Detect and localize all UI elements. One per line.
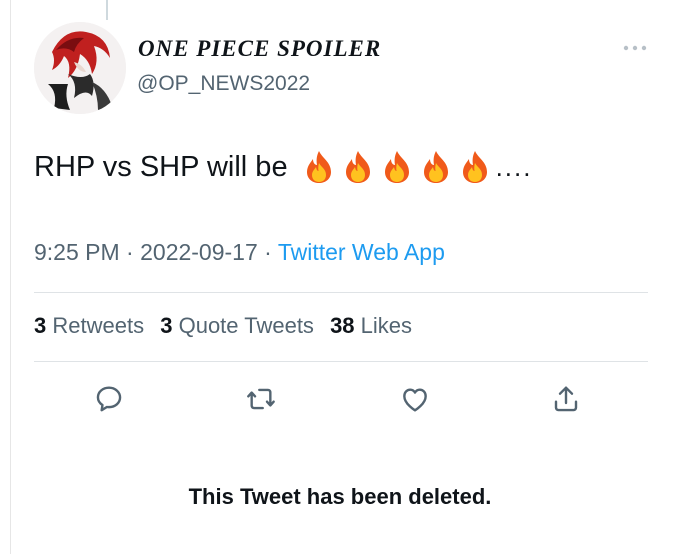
retweets-stat[interactable]: 3 Retweets <box>34 313 150 338</box>
tweet-text: RHP vs SHP will be .... <box>34 150 532 184</box>
deleted-notice: This Tweet has been deleted. <box>188 484 492 509</box>
tweet-metadata: 9:25 PM · 2022-09-17 · Twitter Web App <box>34 239 445 266</box>
avatar[interactable] <box>34 22 126 114</box>
divider <box>34 361 648 362</box>
retweet-icon <box>247 388 275 410</box>
fire-emoji <box>343 150 373 184</box>
tweet-text-body: RHP vs SHP will be <box>34 150 288 183</box>
reply-button[interactable] <box>93 383 125 415</box>
left-border-line <box>10 0 11 554</box>
tweet-date[interactable]: 2022-09-17 <box>140 239 258 265</box>
tweet-time[interactable]: 9:25 PM <box>34 239 120 265</box>
like-button[interactable] <box>399 383 431 415</box>
avatar-image <box>34 22 126 114</box>
fire-emoji <box>421 150 451 184</box>
quote-tweets-stat[interactable]: 3 Quote Tweets <box>160 313 320 338</box>
engagement-stats: 3 Retweets 3 Quote Tweets 38 Likes <box>34 313 422 339</box>
fire-emoji-group <box>304 150 490 184</box>
reply-icon <box>96 386 122 412</box>
fire-emoji <box>460 150 490 184</box>
retweets-label: Retweets <box>52 313 145 338</box>
user-handle[interactable]: @OP_NEWS2022 <box>137 72 310 96</box>
retweets-count: 3 <box>34 313 47 338</box>
fire-emoji <box>304 150 334 184</box>
likes-stat[interactable]: 38 Likes <box>330 313 412 338</box>
display-name[interactable]: ONE PIECE SPOILER <box>138 36 381 62</box>
thread-line <box>106 0 108 20</box>
likes-label: Likes <box>360 313 413 338</box>
fire-emoji <box>382 150 412 184</box>
share-icon <box>554 386 578 412</box>
quote-tweets-count: 3 <box>160 313 173 338</box>
more-options-button[interactable] <box>620 38 650 58</box>
meta-separator: · <box>264 239 272 265</box>
tweet-source-link[interactable]: Twitter Web App <box>278 239 445 265</box>
likes-count: 38 <box>330 313 355 338</box>
retweet-button[interactable] <box>245 383 277 415</box>
meta-separator: · <box>126 239 134 265</box>
divider <box>34 292 648 293</box>
quote-tweets-label: Quote Tweets <box>178 313 314 338</box>
more-horizontal-icon <box>623 45 647 51</box>
tweet-text-ellipsis: .... <box>495 151 533 182</box>
share-button[interactable] <box>550 383 582 415</box>
heart-icon <box>403 388 427 412</box>
